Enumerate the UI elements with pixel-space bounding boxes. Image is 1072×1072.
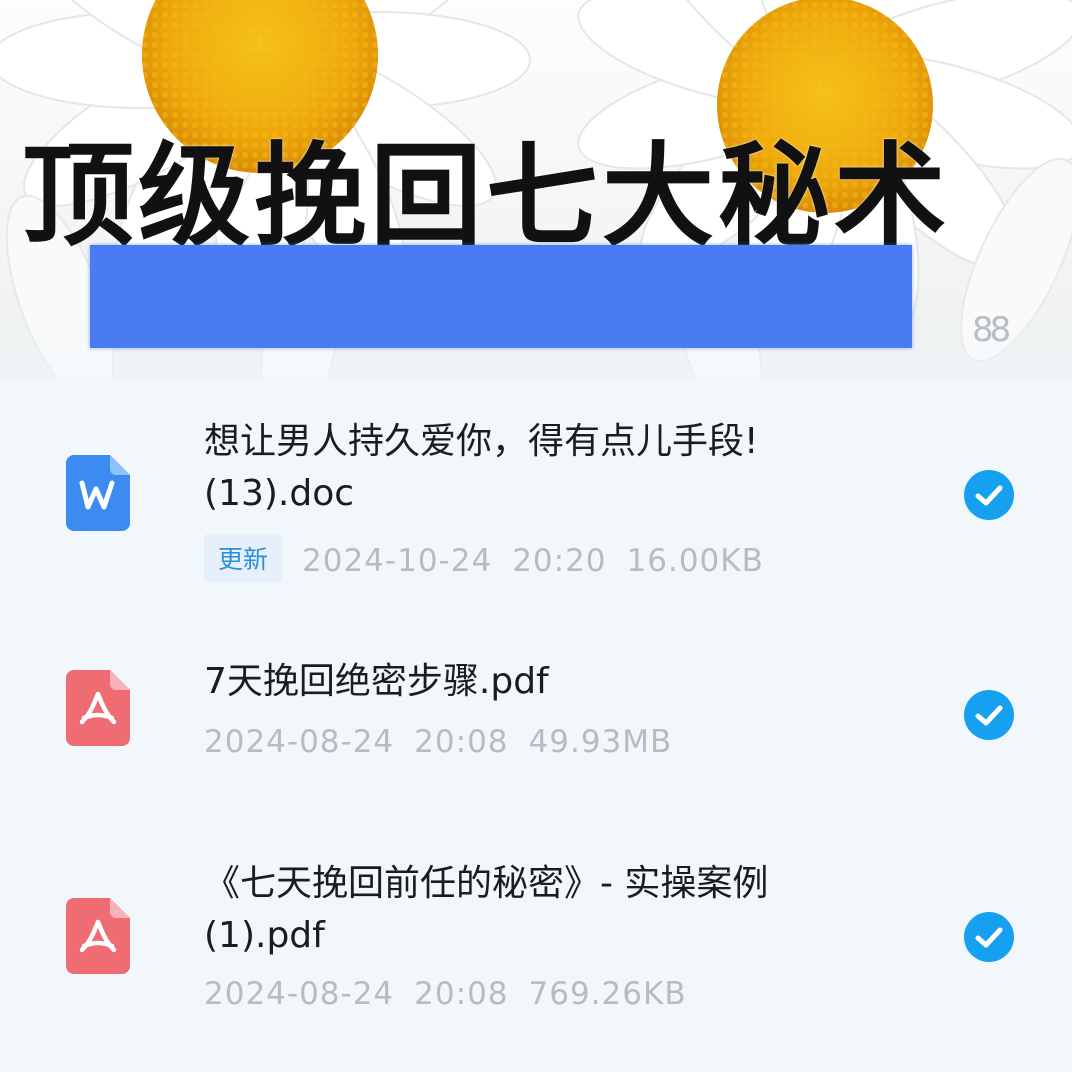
selected-check-icon[interactable] [964,690,1014,740]
file-size: 769.26KB [528,976,687,1012]
file-size: 49.93MB [528,724,673,760]
file-name: 想让男人持久爱你，得有点儿手段! (13).doc [204,416,924,520]
file-date: 2024-08-24 [204,976,395,1012]
file-size: 16.00KB [626,543,764,579]
file-meta: 更新 2024-10-24 20:20 16.00KB [204,534,784,582]
highlight-redaction-bar [90,245,912,348]
file-meta: 2024-08-24 20:08 769.26KB [204,976,707,1012]
file-name: 7天挽回绝密步骤.pdf [204,656,924,708]
file-time: 20:08 [414,724,509,760]
file-date: 2024-08-24 [204,724,395,760]
file-time: 20:08 [414,976,509,1012]
pdf-icon [66,898,130,974]
file-name-line-2: (1).pdf [204,915,325,956]
file-name: 《七天挽回前任的秘密》- 实操案例 (1).pdf [204,858,924,962]
file-name-line-1: 想让男人持久爱你，得有点儿手段! [204,421,759,462]
word-doc-icon [66,455,130,531]
file-name-line-2: (13).doc [204,473,355,514]
file-name-line-1: 7天挽回绝密步骤.pdf [204,661,549,702]
file-name-line-1: 《七天挽回前任的秘密》- 实操案例 [204,863,769,904]
file-row-pdf[interactable]: 7天挽回绝密步骤.pdf 2024-08-24 20:08 49.93MB [0,636,1072,786]
selected-check-icon[interactable] [964,912,1014,962]
file-row-pdf[interactable]: 《七天挽回前任的秘密》- 实操案例 (1).pdf 2024-08-24 20:0… [0,848,1072,1048]
corner-partial-glyph: 88 [972,310,1011,350]
file-date: 2024-10-24 [302,543,493,579]
pdf-icon [66,670,130,746]
hero-banner: 顶级挽回七大秘术 88 [0,0,1072,378]
file-meta: 2024-08-24 20:08 49.93MB [204,724,692,760]
selected-check-icon[interactable] [964,470,1014,520]
update-badge: 更新 [204,534,283,582]
file-row-doc[interactable]: 想让男人持久爱你，得有点儿手段! (13).doc 更新 2024-10-24 20… [0,378,1072,608]
file-time: 20:20 [512,543,607,579]
file-list: 想让男人持久爱你，得有点儿手段! (13).doc 更新 2024-10-24 20… [0,378,1072,1072]
